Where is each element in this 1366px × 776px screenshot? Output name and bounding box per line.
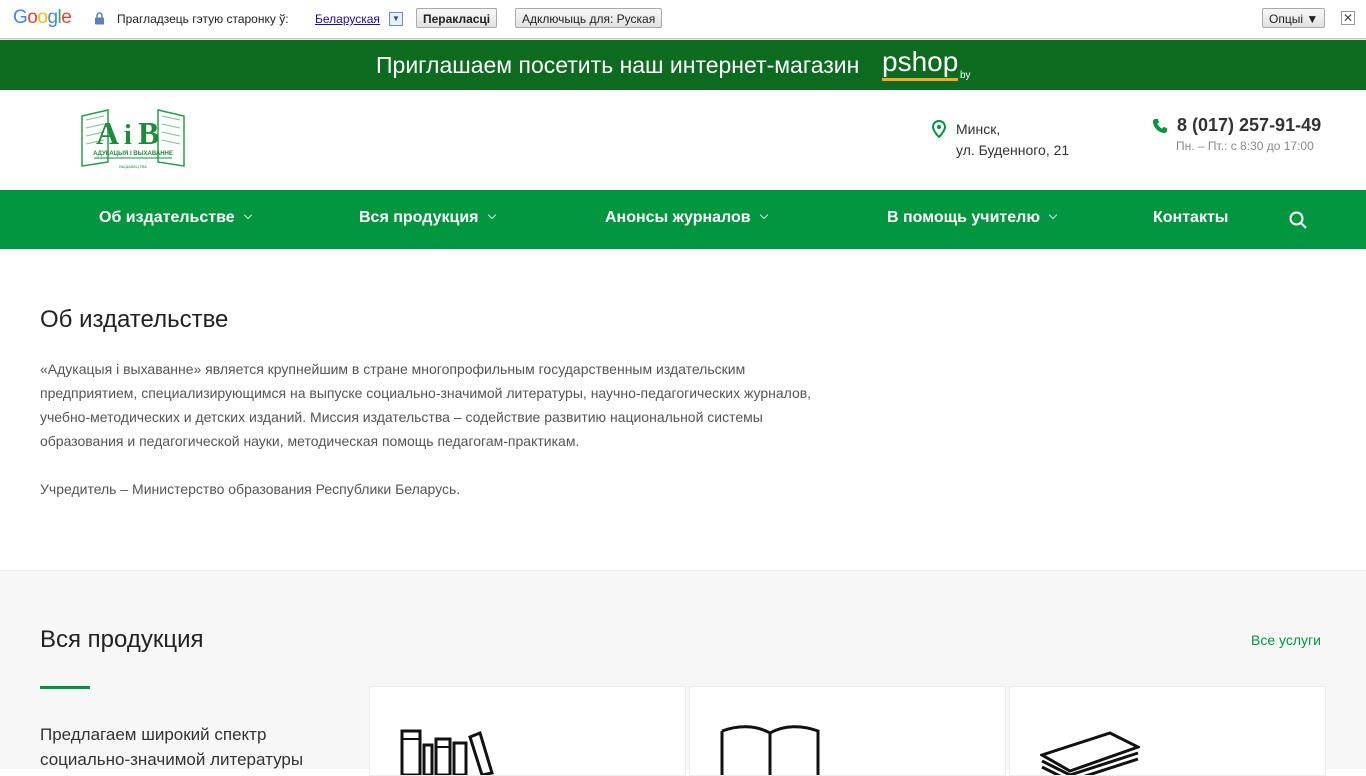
svg-text:ВЫДАВЕЦТВА: ВЫДАВЕЦТВА — [119, 164, 147, 169]
options-button[interactable]: Опцыі ▼ — [1262, 8, 1326, 28]
nav-item-label: Вся продукция — [359, 209, 479, 226]
svg-text:АДУКАЦЫЯ І ВЫХАВАННЕ: АДУКАЦЫЯ І ВЫХАВАННЕ — [93, 151, 173, 157]
about-line: образования и педагогической науки, мето… — [40, 433, 580, 449]
phone-icon — [1153, 119, 1167, 133]
about-line: предприятием, специализирующимся на выпу… — [40, 385, 812, 401]
main-nav: Об издательстве Вся продукция Анонсы жур… — [0, 190, 1366, 249]
close-icon[interactable]: ✕ — [1341, 11, 1355, 25]
nav-item-label: В помощь учителю — [887, 209, 1040, 226]
brand-suffix: by — [960, 70, 971, 81]
nav-item-journals[interactable]: Анонсы журналов — [605, 209, 768, 227]
translate-button[interactable]: Перакласці — [416, 8, 498, 28]
disable-translate-button[interactable]: Адключыць для: Руская — [515, 8, 663, 28]
translate-bar: Google Прагладзець гэтую старонку ў: Бел… — [0, 0, 1366, 39]
svg-text:B: B — [138, 115, 159, 151]
nav-item-label: Об издательстве — [99, 209, 235, 226]
nav-item-contacts[interactable]: Контакты — [1153, 209, 1228, 227]
publisher-logo[interactable]: A i B АДУКАЦЫЯ І ВЫХАВАННЕ ВЫДАВЕЦТВА — [80, 108, 186, 172]
about-line: «Адукацыя і выхаванне» является крупнейш… — [40, 361, 746, 377]
brand-underline — [882, 78, 958, 81]
nav-item-products[interactable]: Вся продукция — [359, 209, 496, 227]
address-street: ул. Буденного, 21 — [956, 142, 1070, 158]
target-language-link[interactable]: Беларуская — [315, 12, 380, 26]
map-pin-icon — [931, 120, 947, 138]
nav-item-teachers[interactable]: В помощь учителю — [887, 209, 1058, 227]
products-description: Предлагаем широкий спектр социально-знач… — [40, 722, 340, 772]
translate-prompt: Прагладзець гэтую старонку ў: — [117, 12, 289, 26]
title-accent-line — [40, 686, 90, 689]
svg-text:i: i — [124, 120, 132, 151]
shop-brand[interactable]: pshop — [882, 46, 958, 78]
description-line: социально-значимой литературы — [40, 750, 304, 769]
promo-text: Приглашаем посетить наш интернет-магазин — [376, 52, 860, 78]
chevron-down-icon — [759, 210, 768, 220]
address-city: Минск, — [956, 121, 1001, 137]
svg-text:A: A — [96, 115, 119, 151]
about-line: учебно-методических и детских изданий. М… — [40, 409, 763, 425]
product-card-papers[interactable] — [1009, 686, 1326, 776]
products-title: Вся продукция — [40, 626, 204, 653]
chevron-down-icon — [243, 210, 252, 220]
product-card-books[interactable] — [369, 686, 686, 776]
promo-banner[interactable]: Приглашаем посетить наш интернет-магазин… — [0, 40, 1366, 90]
chevron-down-icon — [1048, 210, 1058, 220]
all-services-link[interactable]: Все услуги — [1251, 632, 1321, 648]
chevron-down-icon — [487, 210, 496, 220]
nav-item-about[interactable]: Об издательстве — [99, 209, 252, 227]
lock-icon — [95, 12, 104, 25]
google-logo: Google — [13, 7, 72, 28]
language-dropdown-icon[interactable]: ▼ — [389, 12, 403, 26]
description-line: Предлагаем широкий спектр — [40, 725, 267, 744]
founder-text: Учредитель – Министерство образования Ре… — [40, 481, 461, 497]
working-hours: Пн. – Пт.: с 8:30 до 17:00 — [1176, 139, 1314, 153]
nav-item-label: Анонсы журналов — [605, 209, 751, 226]
nav-item-label: Контакты — [1153, 209, 1229, 226]
phone-number[interactable]: 8 (017) 257-91-49 — [1177, 115, 1321, 136]
about-title: Об издательстве — [40, 306, 229, 333]
about-description: «Адукацыя і выхаванне» является крупнейш… — [40, 357, 880, 453]
product-card-journals[interactable] — [689, 686, 1006, 776]
search-icon[interactable] — [1288, 210, 1308, 230]
